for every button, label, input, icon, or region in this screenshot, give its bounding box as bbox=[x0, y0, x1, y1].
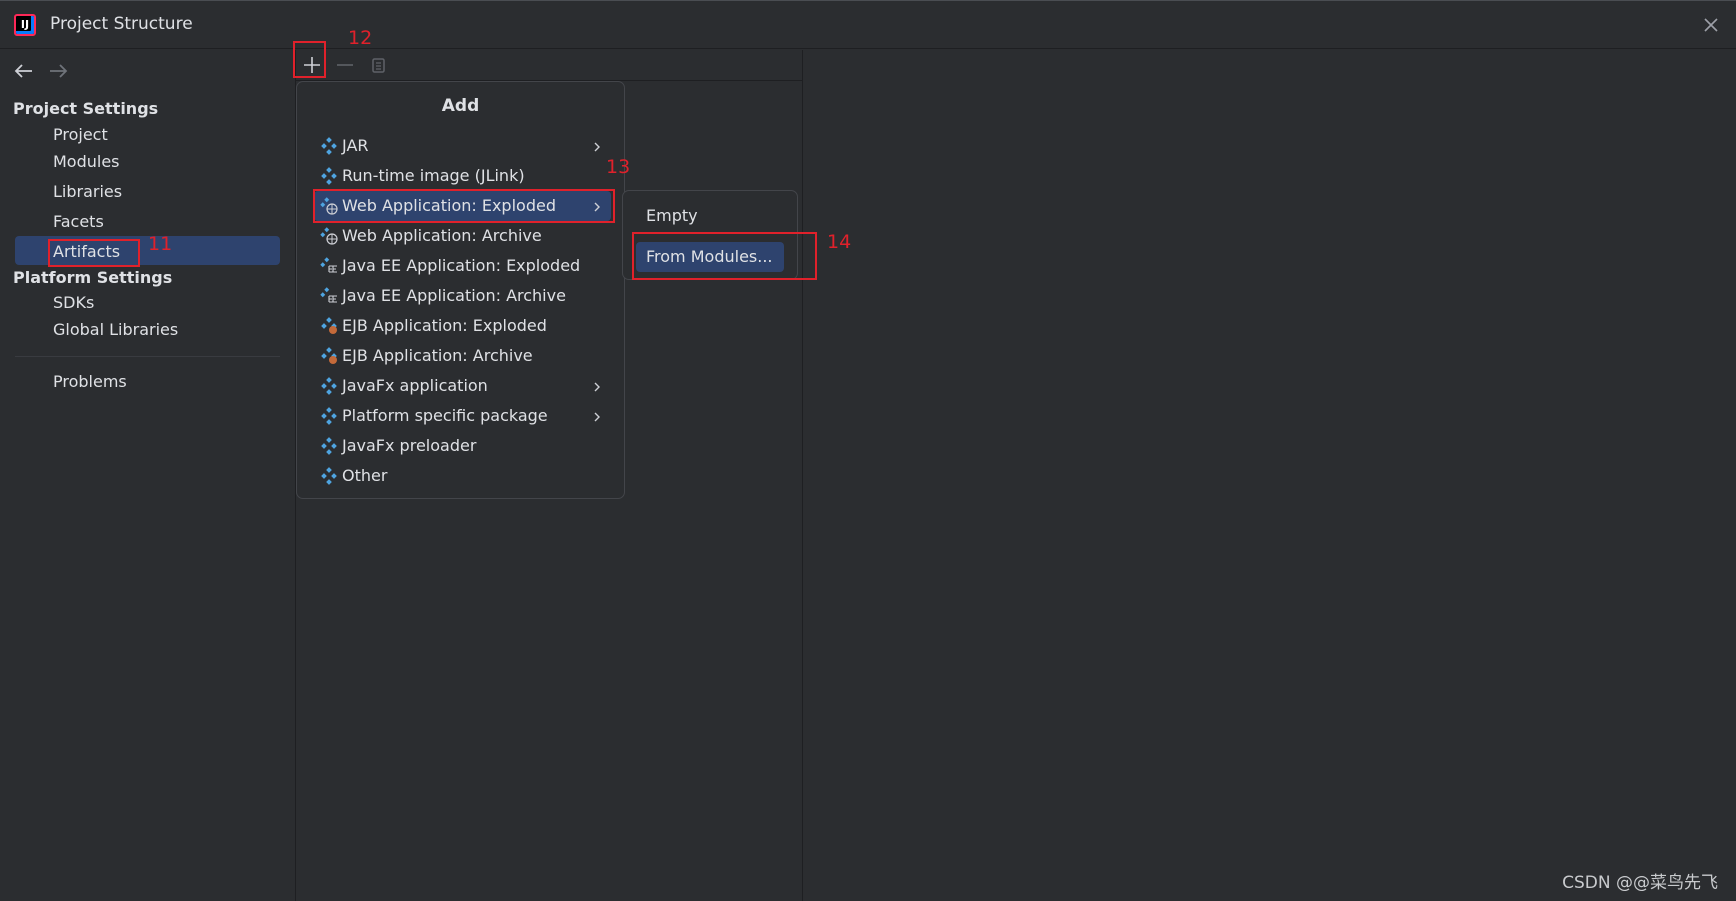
javaee-icon bbox=[320, 287, 338, 305]
annotation-box-from-modules bbox=[632, 232, 817, 280]
arrow-right-icon bbox=[50, 64, 68, 78]
add-menu-title: Add bbox=[441, 96, 480, 116]
sidebar-item-libraries[interactable]: Libraries bbox=[53, 182, 122, 201]
sidebar-item-global-libraries[interactable]: Global Libraries bbox=[53, 320, 178, 339]
sidebar-item-facets[interactable]: Facets bbox=[53, 212, 104, 231]
artifact-icon bbox=[320, 167, 338, 185]
annotation-number: 13 bbox=[606, 156, 631, 178]
annotation-box-artifacts bbox=[48, 239, 140, 267]
back-button[interactable] bbox=[13, 62, 35, 80]
left-panel bbox=[0, 50, 295, 901]
sidebar-item-project[interactable]: Project bbox=[53, 125, 108, 144]
submenu-item-empty[interactable]: Empty bbox=[636, 201, 784, 231]
menu-item-label: EJB Application: Archive bbox=[342, 346, 533, 365]
menu-item-platform-package[interactable]: Platform specific package bbox=[314, 401, 611, 431]
arrow-left-icon bbox=[14, 64, 32, 78]
artifact-icon bbox=[320, 467, 338, 485]
artifact-icon bbox=[320, 437, 338, 455]
copy-icon bbox=[372, 58, 385, 73]
menu-item-label: Java EE Application: Archive bbox=[342, 286, 566, 305]
annotation-box-add-button bbox=[293, 41, 326, 78]
annotation-number: 14 bbox=[827, 231, 852, 253]
close-icon bbox=[1704, 18, 1718, 32]
javaee-icon bbox=[320, 257, 338, 275]
artifact-icon bbox=[320, 407, 338, 425]
close-button[interactable] bbox=[1698, 12, 1724, 38]
add-menu-popup: Add JAR Run-time image (JLink) Web Appli… bbox=[296, 81, 625, 499]
panel-divider bbox=[802, 50, 803, 901]
menu-item-label: Platform specific package bbox=[342, 406, 548, 425]
menu-item-web-app-archive[interactable]: Web Application: Archive bbox=[314, 221, 611, 251]
menu-item-ejb-exploded[interactable]: EJB Application: Exploded bbox=[314, 311, 611, 341]
remove-artifact-button[interactable] bbox=[332, 52, 358, 78]
menu-item-javaee-exploded[interactable]: Java EE Application: Exploded bbox=[314, 251, 611, 281]
sidebar-item-sdks[interactable]: SDKs bbox=[53, 293, 94, 312]
sidebar-divider bbox=[15, 356, 280, 357]
ejb-icon bbox=[320, 347, 338, 365]
sidebar-item-modules[interactable]: Modules bbox=[53, 152, 120, 171]
menu-item-label: JAR bbox=[342, 136, 369, 155]
chevron-right-icon bbox=[591, 139, 603, 153]
copy-artifact-button[interactable] bbox=[365, 52, 391, 78]
annotation-number: 12 bbox=[348, 27, 373, 49]
menu-item-jar[interactable]: JAR bbox=[314, 131, 611, 161]
submenu-item-label: Empty bbox=[646, 206, 698, 225]
chevron-right-icon bbox=[591, 409, 603, 423]
menu-item-label: JavaFx application bbox=[342, 376, 488, 395]
window-title: Project Structure bbox=[50, 14, 193, 34]
menu-item-javaee-archive[interactable]: Java EE Application: Archive bbox=[314, 281, 611, 311]
menu-item-javafx-application[interactable]: JavaFx application bbox=[314, 371, 611, 401]
annotation-number: 11 bbox=[148, 233, 173, 255]
title-bar: IJ Project Structure bbox=[0, 0, 1736, 49]
menu-item-javafx-preloader[interactable]: JavaFx preloader bbox=[314, 431, 611, 461]
menu-item-label: Other bbox=[342, 466, 388, 485]
menu-item-other[interactable]: Other bbox=[314, 461, 611, 491]
project-settings-heading: Project Settings bbox=[13, 99, 159, 118]
menu-item-runtime-image[interactable]: Run-time image (JLink) bbox=[314, 161, 611, 191]
annotation-box-web-app-exploded bbox=[313, 189, 615, 223]
menu-item-label: EJB Application: Exploded bbox=[342, 316, 547, 335]
watermark: CSDN @@菜鸟先飞 bbox=[1562, 873, 1718, 893]
web-app-icon bbox=[320, 227, 338, 245]
chevron-right-icon bbox=[591, 379, 603, 393]
ejb-icon bbox=[320, 317, 338, 335]
menu-item-ejb-archive[interactable]: EJB Application: Archive bbox=[314, 341, 611, 371]
intellij-logo-icon: IJ bbox=[14, 14, 36, 36]
minus-icon bbox=[337, 64, 353, 66]
menu-item-label: Web Application: Archive bbox=[342, 226, 542, 245]
platform-settings-heading: Platform Settings bbox=[13, 268, 173, 287]
menu-item-label: Java EE Application: Exploded bbox=[342, 256, 581, 275]
forward-button[interactable] bbox=[47, 62, 69, 80]
menu-item-label: JavaFx preloader bbox=[342, 436, 477, 455]
menu-item-label: Run-time image (JLink) bbox=[342, 166, 525, 185]
artifact-icon bbox=[320, 377, 338, 395]
sidebar-item-problems[interactable]: Problems bbox=[53, 372, 127, 391]
artifact-icon bbox=[320, 137, 338, 155]
